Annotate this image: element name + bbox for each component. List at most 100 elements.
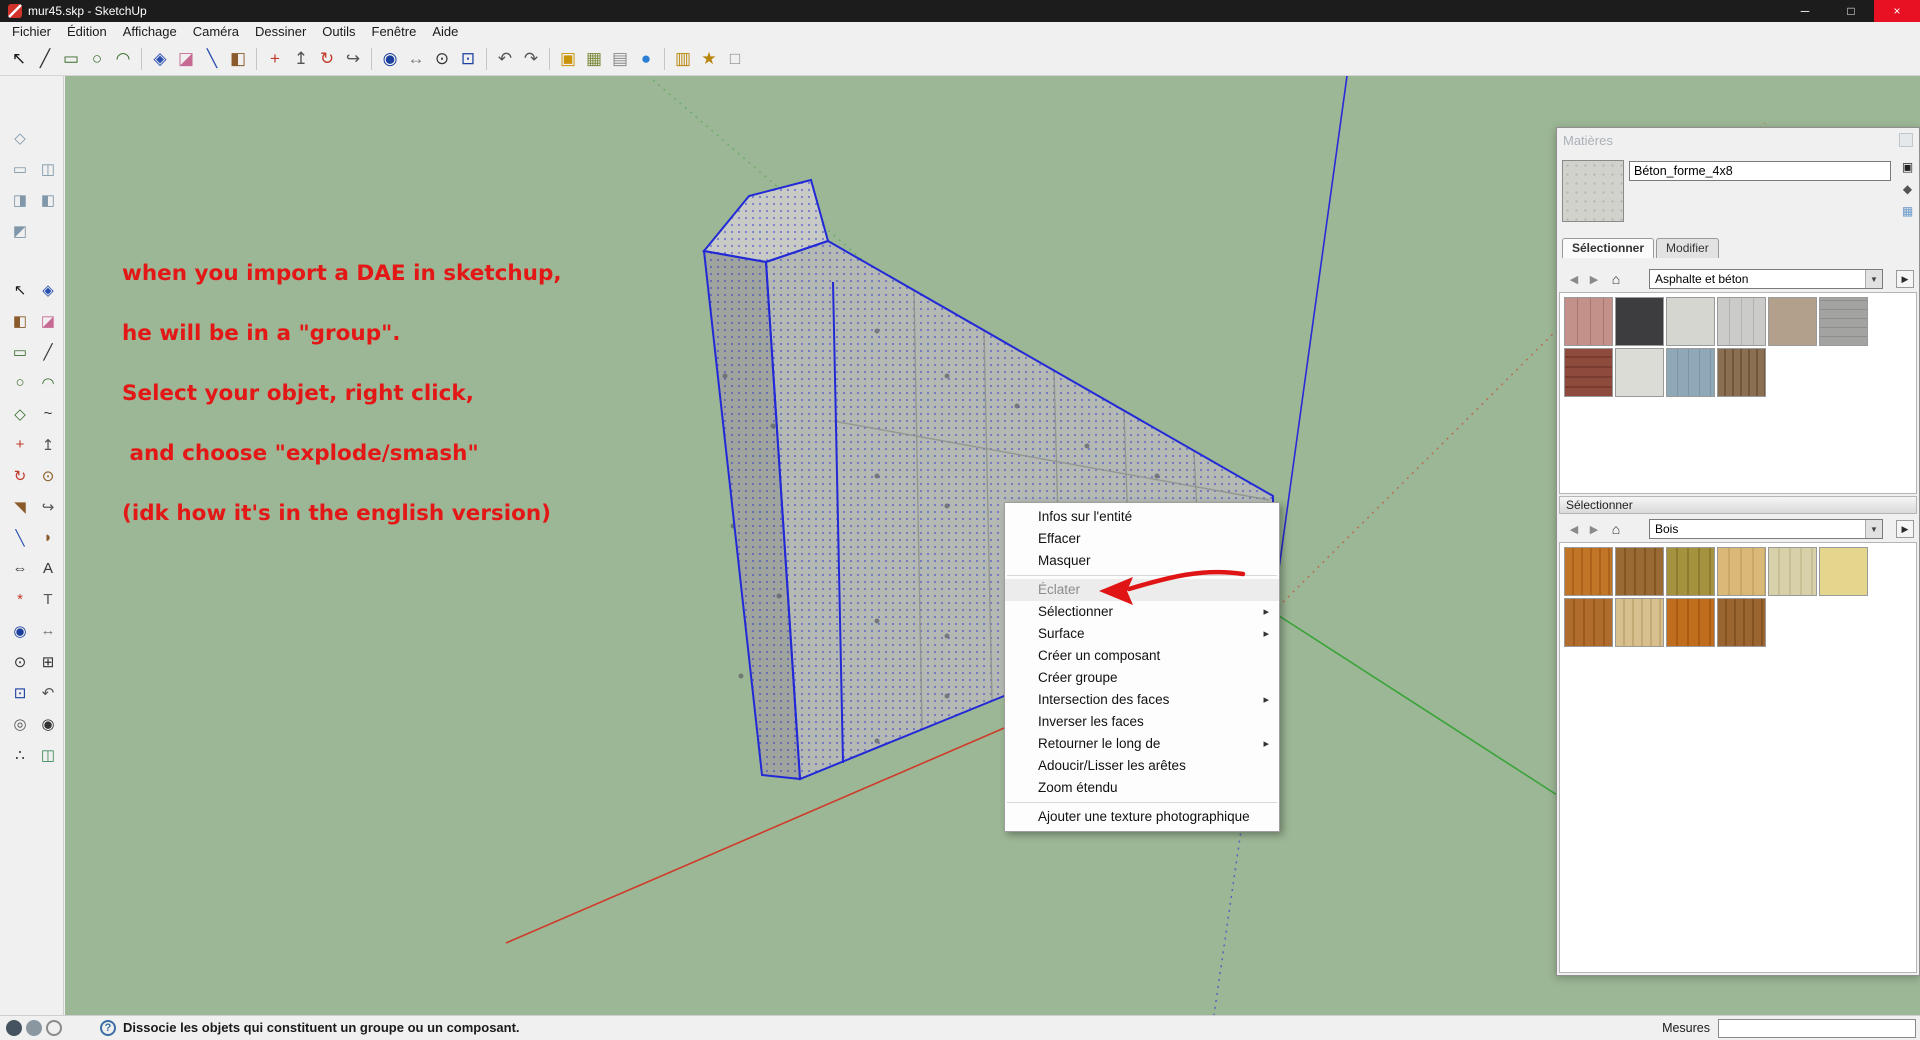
- view-back-icon[interactable]: ◧: [37, 189, 59, 211]
- zoom-icon[interactable]: ⊙: [9, 651, 31, 673]
- material-swatch-carrelage-bleu[interactable]: [1666, 348, 1715, 397]
- chevron-down-icon[interactable]: ▼: [1865, 270, 1882, 288]
- 3d-text-icon[interactable]: T: [37, 589, 59, 611]
- details-arrow-button[interactable]: ▶: [1896, 270, 1914, 288]
- push-pull-icon[interactable]: ↥: [37, 434, 59, 456]
- view-front-icon[interactable]: ◫: [37, 158, 59, 180]
- context-menu-item-infos-sur-l-entite[interactable]: Infos sur l'entité: [1005, 506, 1279, 528]
- line-icon[interactable]: ╱: [37, 341, 59, 363]
- material-swatch-bois-brun[interactable]: [1615, 547, 1664, 596]
- context-menu-item-surface[interactable]: Surface▸: [1005, 623, 1279, 645]
- add-location-icon[interactable]: ▣: [555, 46, 581, 72]
- look-around-icon[interactable]: ◉: [37, 713, 59, 735]
- secondary-pane-icon[interactable]: ▣: [1899, 158, 1916, 175]
- 3d-warehouse-icon[interactable]: ●: [633, 46, 659, 72]
- geolocation-icon[interactable]: [6, 1020, 22, 1036]
- protractor-icon[interactable]: ◗: [37, 527, 59, 549]
- zoom-window-icon[interactable]: ⊞: [37, 651, 59, 673]
- scale-icon[interactable]: ◥: [9, 496, 31, 518]
- material-swatch-bois-clair[interactable]: [1717, 547, 1766, 596]
- eraser-icon[interactable]: ◪: [37, 310, 59, 332]
- material-swatch-bois-moyen[interactable]: [1717, 598, 1766, 647]
- view-right-icon[interactable]: ◨: [9, 189, 31, 211]
- previous-view-icon[interactable]: ↶: [492, 46, 518, 72]
- material-swatch-bois-pale[interactable]: [1768, 547, 1817, 596]
- context-menu-item-creer-un-composant[interactable]: Créer un composant: [1005, 645, 1279, 667]
- forward-arrow-icon[interactable]: ▶: [1585, 270, 1603, 288]
- material-swatch-brique-rouge[interactable]: [1564, 348, 1613, 397]
- make-component-icon[interactable]: ◈: [37, 279, 59, 301]
- material-swatch-bois-cerise[interactable]: [1666, 598, 1715, 647]
- model-info-icon[interactable]: □: [722, 46, 748, 72]
- menu-fenetre[interactable]: Fenêtre: [364, 22, 425, 42]
- offset-icon[interactable]: ⊙: [37, 465, 59, 487]
- menu-outils[interactable]: Outils: [314, 22, 363, 42]
- make-component-icon[interactable]: ◈: [147, 46, 173, 72]
- arc-icon[interactable]: ◠: [110, 46, 136, 72]
- next-view-icon[interactable]: ↷: [518, 46, 544, 72]
- material-swatch-beton-brun[interactable]: [1768, 297, 1817, 346]
- material-swatch-paves-gris[interactable]: [1819, 297, 1868, 346]
- rotate-icon[interactable]: ↻: [9, 465, 31, 487]
- chevron-down-icon[interactable]: ▼: [1865, 520, 1882, 538]
- orbit-icon[interactable]: ◉: [9, 620, 31, 642]
- view-top-icon[interactable]: ▭: [9, 158, 31, 180]
- menu-fichier[interactable]: Fichier: [4, 22, 59, 42]
- help-icon[interactable]: ?: [100, 1020, 116, 1036]
- push-pull-icon[interactable]: ↥: [288, 46, 314, 72]
- menu-dessiner[interactable]: Dessiner: [247, 22, 314, 42]
- material-name-field[interactable]: [1629, 161, 1891, 181]
- pan-icon[interactable]: ↔: [403, 46, 429, 72]
- menu-aide[interactable]: Aide: [424, 22, 466, 42]
- zoom-extents-icon[interactable]: ⊡: [9, 682, 31, 704]
- context-menu-item-intersection-des-faces[interactable]: Intersection des faces▸: [1005, 689, 1279, 711]
- view-iso-icon[interactable]: ◇: [9, 127, 31, 149]
- circle-icon[interactable]: ○: [9, 372, 31, 394]
- toggle-terrain-icon[interactable]: ▦: [581, 46, 607, 72]
- polygon-icon[interactable]: ◇: [9, 403, 31, 425]
- context-menu-item-ajouter-une-texture-photographique[interactable]: Ajouter une texture photographique: [1005, 806, 1279, 828]
- sample-paint-icon[interactable]: ◆: [1899, 180, 1916, 197]
- move-icon[interactable]: +: [9, 434, 31, 456]
- pan-icon[interactable]: ↔: [37, 620, 59, 642]
- panel-close-button[interactable]: [1899, 133, 1913, 147]
- back-arrow-icon[interactable]: ◀: [1565, 270, 1583, 288]
- circle-icon[interactable]: ○: [84, 46, 110, 72]
- context-menu-item-effacer[interactable]: Effacer: [1005, 528, 1279, 550]
- material-swatch-carrelage-gris[interactable]: [1717, 297, 1766, 346]
- material-swatch-beton-blanc[interactable]: [1615, 348, 1664, 397]
- context-menu-item-zoom-etendu[interactable]: Zoom étendu: [1005, 777, 1279, 799]
- extension-warehouse-icon[interactable]: ★: [696, 46, 722, 72]
- previous-view-icon[interactable]: ↶: [37, 682, 59, 704]
- zoom-extents-icon[interactable]: ⊡: [455, 46, 481, 72]
- tape-measure-icon[interactable]: ╲: [9, 527, 31, 549]
- material-swatch-lambris-brun[interactable]: [1717, 348, 1766, 397]
- claim-status-icon[interactable]: [26, 1020, 42, 1036]
- material-swatch-bois-raye[interactable]: [1615, 598, 1664, 647]
- minimize-button[interactable]: ─: [1782, 0, 1828, 22]
- viewport[interactable]: when you import a DAE in sketchup,he wil…: [65, 76, 1920, 1015]
- back-arrow-icon[interactable]: ◀: [1565, 520, 1583, 538]
- context-menu-item-inverser-les-faces[interactable]: Inverser les faces: [1005, 711, 1279, 733]
- walk-icon[interactable]: ∴: [9, 744, 31, 766]
- collection-dropdown[interactable]: Asphalte et béton ▼: [1649, 269, 1883, 289]
- rectangle-icon[interactable]: ▭: [58, 46, 84, 72]
- paint-bucket-icon[interactable]: ◧: [225, 46, 251, 72]
- paint-bucket-icon[interactable]: ◧: [9, 310, 31, 332]
- axes-icon[interactable]: *: [9, 589, 31, 611]
- collection-dropdown-secondary[interactable]: Bois ▼: [1649, 519, 1883, 539]
- credits-icon[interactable]: [46, 1020, 62, 1036]
- tape-measure-icon[interactable]: ╲: [199, 46, 225, 72]
- material-swatch-bois-jaune[interactable]: [1819, 547, 1868, 596]
- follow-me-icon[interactable]: ↪: [340, 46, 366, 72]
- view-left-icon[interactable]: ◩: [9, 220, 31, 242]
- orbit-icon[interactable]: ◉: [377, 46, 403, 72]
- rectangle-icon[interactable]: ▭: [9, 341, 31, 363]
- follow-me-icon[interactable]: ↪: [37, 496, 59, 518]
- photo-match-icon[interactable]: ▤: [607, 46, 633, 72]
- tab-modifier[interactable]: Modifier: [1656, 238, 1719, 258]
- menu-affichage[interactable]: Affichage: [115, 22, 185, 42]
- material-swatch-asphalte-fonce[interactable]: [1615, 297, 1664, 346]
- forward-arrow-icon[interactable]: ▶: [1585, 520, 1603, 538]
- select-icon[interactable]: ↖: [9, 279, 31, 301]
